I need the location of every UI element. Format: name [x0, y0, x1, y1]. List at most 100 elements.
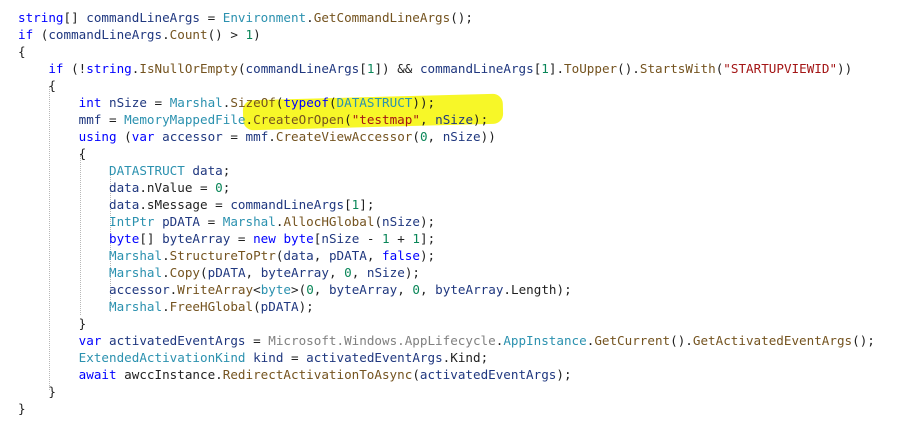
code-token: byteArray — [435, 282, 504, 297]
code-token: ( — [237, 61, 246, 76]
code-token: AllocHGlobal — [283, 214, 375, 229]
code-token: pDATA — [328, 248, 367, 263]
code-token: ( — [412, 129, 420, 144]
code-token: { — [18, 78, 56, 93]
code-token: ; — [222, 163, 231, 178]
code-token: . — [245, 112, 254, 127]
code-token: , — [351, 265, 367, 280]
code-token: , — [397, 282, 413, 297]
code-token: ( — [328, 95, 337, 110]
code-line[interactable]: data.sMessage = commandLineArgs[1]; — [18, 196, 875, 213]
code-token: data — [283, 248, 314, 263]
code-line[interactable]: await awccInstance.RedirectActivationToA… — [18, 366, 875, 383]
code-token: Marshal — [109, 248, 163, 263]
code-token: if — [48, 61, 64, 76]
code-line[interactable]: { — [18, 145, 875, 162]
code-token: SizeOf — [230, 95, 276, 110]
code-line[interactable]: { — [18, 77, 875, 94]
code-token: = — [199, 10, 223, 25]
code-token: activatedEventArgs — [419, 367, 557, 382]
code-content[interactable]: string[] commandLineArgs = Environment.G… — [18, 9, 875, 417]
code-token: StructureToPtr — [169, 248, 276, 263]
code-token: } — [18, 316, 87, 331]
code-token: Marshal — [109, 265, 163, 280]
code-token: [] — [139, 231, 163, 246]
code-token: < — [253, 282, 261, 297]
code-line[interactable]: byte[] byteArray = new byte[nSize - 1 + … — [18, 230, 875, 247]
code-line[interactable]: } — [18, 383, 875, 400]
code-line[interactable]: { — [18, 43, 875, 60]
code-line[interactable]: data.nValue = 0; — [18, 179, 875, 196]
code-token: int — [78, 95, 102, 110]
code-line[interactable]: Marshal.Copy(pDATA, byteArray, 0, nSize)… — [18, 264, 875, 281]
code-token: commandLineArgs — [245, 61, 360, 76]
code-token: ( — [374, 214, 383, 229]
code-token: ]; — [359, 197, 375, 212]
code-token: commandLineArgs — [419, 61, 534, 76]
code-token: = — [222, 129, 246, 144]
code-token: data — [109, 180, 140, 195]
code-line[interactable]: DATASTRUCT data; — [18, 162, 875, 179]
code-token: ]. — [548, 61, 565, 76]
code-token: WriteArray — [177, 282, 254, 297]
code-token: pDATA — [260, 299, 299, 314]
code-line[interactable]: var activatedEventArgs = Microsoft.Windo… — [18, 332, 875, 349]
code-line[interactable]: } — [18, 315, 875, 332]
code-token: Environment — [222, 10, 307, 25]
code-token: commandLineArgs — [86, 10, 200, 25]
code-token: MemoryMappedFile — [124, 112, 246, 127]
code-line[interactable]: if (commandLineArgs.Count() > 1) — [18, 26, 875, 43]
code-token: = — [283, 350, 307, 365]
code-token: 0 — [419, 129, 428, 144]
code-line[interactable]: } — [18, 400, 875, 417]
code-token: 1 — [412, 231, 420, 246]
code-token: StartsWith — [639, 61, 716, 76]
code-line[interactable]: int nSize = Marshal.SizeOf(typeof(DATAST… — [18, 94, 875, 111]
code-token: var — [131, 129, 155, 144]
code-line[interactable]: string[] commandLineArgs = Environment.G… — [18, 9, 875, 26]
code-token: , — [419, 112, 436, 127]
code-token: nSize — [435, 112, 474, 127]
code-token: >( — [291, 282, 307, 297]
code-token: , — [245, 265, 261, 280]
code-token: string — [86, 61, 132, 76]
code-line[interactable]: accessor.WriteArray<byte>(0, byteArray, … — [18, 281, 875, 298]
code-token: nSize — [109, 95, 147, 110]
code-line[interactable]: if (!string.IsNullOrEmpty(commandLineArg… — [18, 60, 875, 77]
code-token: commandLineArgs — [48, 27, 163, 42]
code-token: byte — [283, 231, 314, 246]
code-editor[interactable]: string[] commandLineArgs = Environment.G… — [0, 0, 920, 429]
code-line[interactable]: ExtendedActivationKind kind = activatedE… — [18, 349, 875, 366]
code-token: 1 — [541, 61, 549, 76]
code-token: , — [313, 282, 329, 297]
code-token: new — [253, 231, 276, 246]
code-line[interactable]: IntPtr pDATA = Marshal.AllocHGlobal(nSiz… — [18, 213, 875, 230]
code-token: ExtendedActivationKind — [78, 350, 246, 365]
code-token: string — [18, 10, 64, 25]
code-token: pDATA — [207, 265, 246, 280]
code-token: . — [268, 129, 276, 144]
code-token: Count — [169, 27, 208, 42]
code-token: ); — [419, 214, 436, 229]
code-line[interactable]: mmf = MemoryMappedFile.CreateOrOpen("tes… — [18, 111, 875, 128]
code-token: . — [162, 265, 170, 280]
code-line[interactable]: Marshal.StructureToPtr(data, pDATA, fals… — [18, 247, 875, 264]
code-token: = — [200, 214, 223, 229]
code-line[interactable]: using (var accessor = mmf.CreateViewAcce… — [18, 128, 875, 145]
code-token: .sMessage = — [139, 197, 231, 212]
code-line[interactable]: Marshal.FreeHGlobal(pDATA); — [18, 298, 875, 315]
code-token: Copy — [169, 265, 201, 280]
code-token: await — [78, 367, 117, 382]
code-token: FreeHGlobal — [169, 299, 254, 314]
code-token: = — [101, 112, 125, 127]
